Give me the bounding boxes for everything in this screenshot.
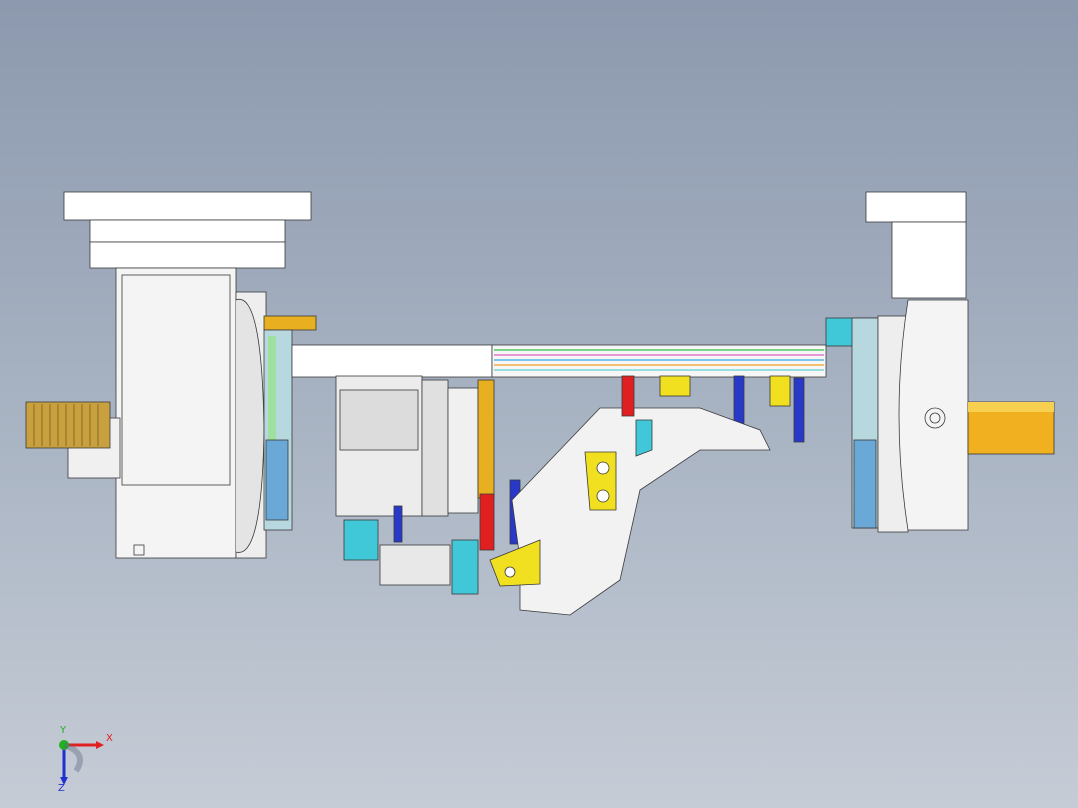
- cad-model-view[interactable]: [0, 0, 1078, 808]
- x-axis-label: X: [106, 733, 113, 744]
- orientation-triad[interactable]: X Y Z: [40, 725, 130, 795]
- main-beam[interactable]: [291, 344, 827, 378]
- right-shaft-coupling[interactable]: [967, 401, 1055, 455]
- lower-clamps[interactable]: [343, 519, 479, 595]
- right-mount-plate[interactable]: [825, 317, 879, 529]
- triad-axes: [59, 740, 104, 785]
- support-arm[interactable]: [489, 407, 771, 616]
- left-shaft-coupling[interactable]: [25, 401, 111, 449]
- right-motor-assembly[interactable]: [865, 191, 969, 533]
- y-axis-label: Y: [60, 725, 67, 736]
- z-axis-label: Z: [58, 783, 65, 794]
- cad-viewport[interactable]: X Y Z: [0, 0, 1078, 808]
